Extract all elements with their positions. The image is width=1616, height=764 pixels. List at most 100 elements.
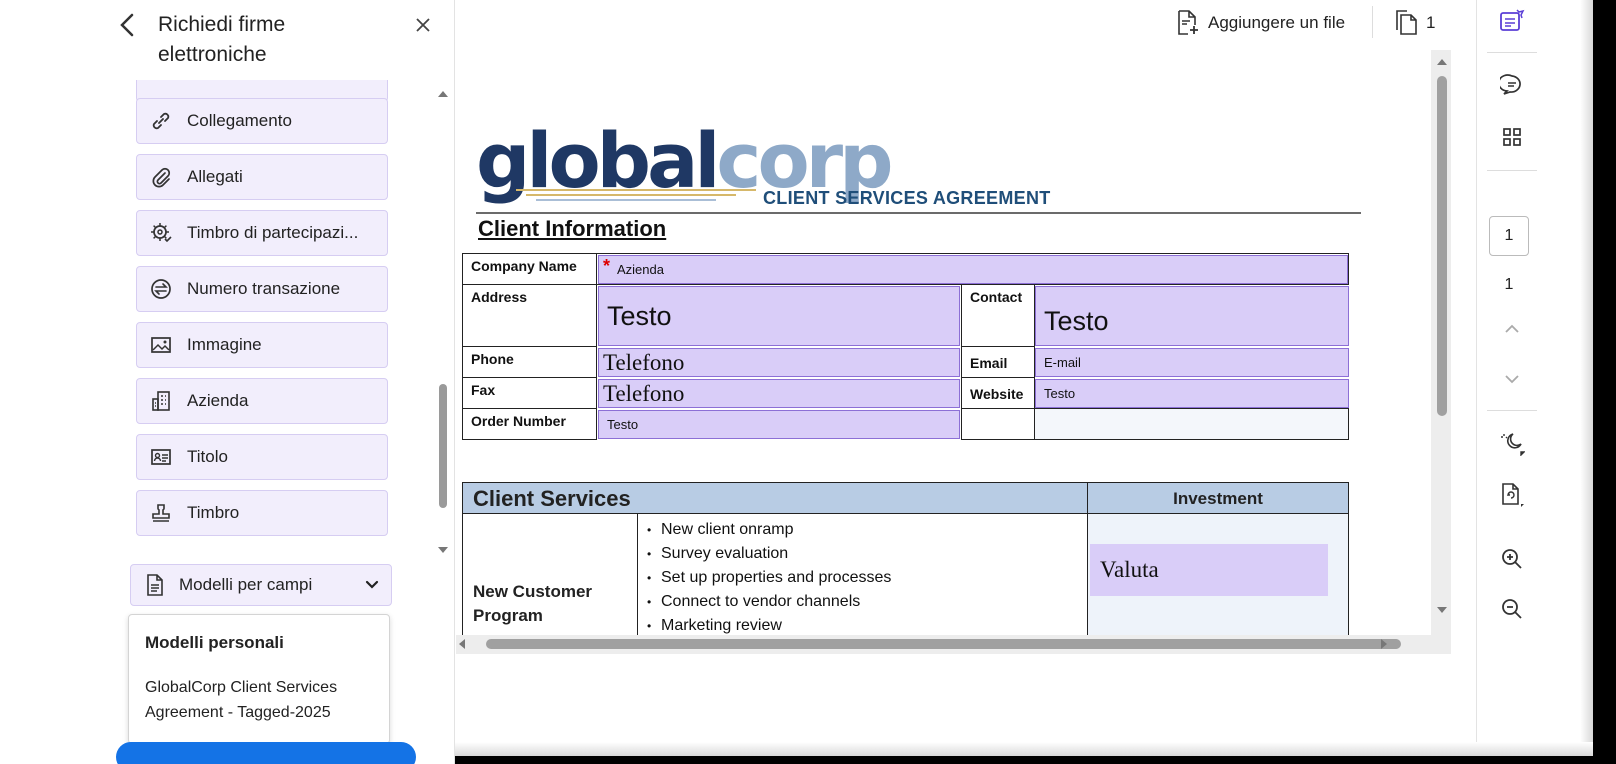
client-information-heading: Client Information — [478, 216, 667, 241]
company-field[interactable]: * Azienda — [598, 255, 1348, 284]
grid-icon — [1503, 128, 1521, 146]
next-page-button[interactable] — [1497, 364, 1527, 394]
fax-label: Fax — [462, 377, 597, 409]
panel-scrollbar-thumb[interactable] — [439, 384, 447, 508]
website-field[interactable]: Testo — [1035, 379, 1349, 408]
bullet-item: Connect to vendor channels — [647, 590, 891, 614]
scroll-right-arrow-icon[interactable] — [1380, 638, 1390, 650]
field-item-title[interactable]: Titolo — [136, 434, 388, 480]
add-file-label: Aggiungere un file — [1208, 13, 1346, 32]
panel-title: Richiedi firme elettroniche — [158, 13, 286, 66]
company-name-label: Company Name — [462, 253, 597, 285]
field-list: Collegamento Allegati Timbro di partecip… — [136, 80, 390, 560]
contact-field[interactable]: Testo — [1035, 286, 1349, 346]
order-number-label: Order Number — [462, 408, 597, 440]
scroll-left-arrow-icon[interactable] — [456, 638, 466, 650]
document-vertical-scrollbar[interactable] — [1434, 50, 1450, 635]
field-item-label: Numero transazione — [187, 279, 341, 298]
add-file-button[interactable]: Aggiungere un file — [1176, 8, 1345, 38]
rail-separator — [1487, 410, 1537, 411]
primary-action-button[interactable] — [116, 742, 416, 764]
address-field[interactable]: Testo — [598, 286, 960, 346]
total-pages: 1 — [1504, 276, 1514, 293]
scroll-up-arrow-icon[interactable] — [436, 88, 450, 98]
document-horizontal-scrollbar[interactable] — [456, 636, 1431, 652]
reading-mode-button[interactable] — [1497, 428, 1527, 458]
field-templates-menu: Modelli personali GlobalCorp Client Serv… — [128, 614, 390, 744]
contact-field-value: Testo — [1044, 305, 1109, 336]
fill-sign-tool-button[interactable] — [1497, 6, 1527, 36]
fax-field[interactable]: Telefono — [598, 379, 960, 408]
field-item-attachments[interactable]: Allegati — [136, 154, 388, 200]
field-item-transaction-number[interactable]: Numero transazione — [136, 266, 388, 312]
zoom-in-icon — [1502, 549, 1522, 569]
horizontal-scrollbar-thumb[interactable] — [486, 639, 1401, 649]
bullet-item: New client onramp — [647, 518, 891, 542]
document-viewport: globalcorp CLIENT SERVICES AGREEMENT Cli… — [456, 50, 1451, 654]
empty-label-cell — [961, 408, 1035, 440]
comment-tool-button[interactable] — [1497, 70, 1527, 100]
moon-sun-icon — [1501, 433, 1525, 456]
field-templates-dropdown[interactable]: Modelli per campi — [130, 564, 392, 606]
rail-separator — [1487, 170, 1537, 171]
phone-label: Phone — [462, 346, 597, 378]
globalcorp-logo: globalcorp — [476, 116, 894, 212]
document-page: globalcorp CLIENT SERVICES AGREEMENT Cli… — [456, 50, 1431, 635]
zoom-out-icon — [1502, 599, 1522, 619]
add-file-icon — [1178, 10, 1198, 35]
field-item-label: Collegamento — [187, 111, 292, 130]
zoom-out-button[interactable] — [1497, 594, 1527, 624]
document-rotate-icon — [1502, 483, 1524, 507]
email-field[interactable]: E-mail — [1035, 348, 1349, 377]
scroll-up-arrow-icon[interactable] — [1436, 56, 1448, 66]
required-asterisk: * — [603, 256, 611, 276]
page-tools-button[interactable] — [1497, 480, 1527, 510]
zoom-in-button[interactable] — [1497, 544, 1527, 574]
website-label: Website — [961, 377, 1035, 409]
field-item-company[interactable]: Azienda — [136, 378, 388, 424]
contact-label: Contact — [961, 284, 1035, 347]
right-tools-rail: 1 1 — [1476, 0, 1580, 742]
participation-stamp-icon — [149, 221, 173, 245]
phone-field[interactable]: Telefono — [598, 348, 960, 377]
investment-body: Valuta — [1087, 513, 1349, 635]
investment-field[interactable]: Valuta — [1090, 544, 1328, 596]
fax-field-value: Telefono — [603, 380, 685, 406]
new-customer-program-label: New Customer Program — [473, 582, 593, 625]
bullet-item: Set up properties and processes — [647, 566, 891, 590]
chevron-down-icon — [1505, 375, 1519, 384]
services-bullet-list: New client onramp Survey evaluation Set … — [647, 518, 891, 635]
chevron-left-icon — [120, 13, 134, 37]
email-field-value: E-mail — [1044, 355, 1081, 370]
pages-icon — [1396, 10, 1417, 35]
column-divider — [637, 514, 638, 635]
panel-scrollbar[interactable] — [436, 88, 450, 558]
frame-border-right — [1593, 0, 1616, 764]
transaction-number-icon — [149, 277, 173, 301]
previous-page-button[interactable] — [1497, 314, 1527, 344]
order-number-field[interactable]: Testo — [598, 410, 960, 439]
rail-separator — [1487, 52, 1537, 53]
scroll-down-arrow-icon[interactable] — [436, 546, 450, 556]
close-button[interactable] — [410, 12, 436, 38]
address-label: Address — [462, 284, 597, 347]
document-toolbar: Aggiungere un file 1 — [456, 0, 1476, 50]
scroll-down-arrow-icon[interactable] — [1436, 606, 1448, 616]
current-page-input[interactable]: 1 — [1489, 216, 1529, 256]
field-item-image[interactable]: Immagine — [136, 322, 388, 368]
vertical-scrollbar-thumb[interactable] — [1437, 76, 1447, 416]
field-item-label: Immagine — [187, 335, 262, 354]
template-item[interactable]: GlobalCorp Client Services Agreement - T… — [145, 675, 375, 725]
back-button[interactable] — [112, 10, 142, 40]
field-item-stamp[interactable]: Timbro — [136, 490, 388, 536]
chevron-down-icon — [365, 580, 379, 589]
empty-value-cell — [1034, 408, 1349, 440]
field-item-link[interactable]: Collegamento — [136, 98, 388, 144]
field-item-label: Allegati — [187, 167, 243, 186]
page-count-button[interactable]: 1 — [1394, 8, 1435, 38]
phone-field-value: Telefono — [603, 349, 685, 375]
field-item-participation-stamp[interactable]: Timbro di partecipazi... — [136, 210, 388, 256]
thumbnails-tool-button[interactable] — [1497, 122, 1527, 152]
form-edit-icon — [1500, 9, 1525, 31]
document-title: CLIENT SERVICES AGREEMENT — [763, 188, 1051, 208]
